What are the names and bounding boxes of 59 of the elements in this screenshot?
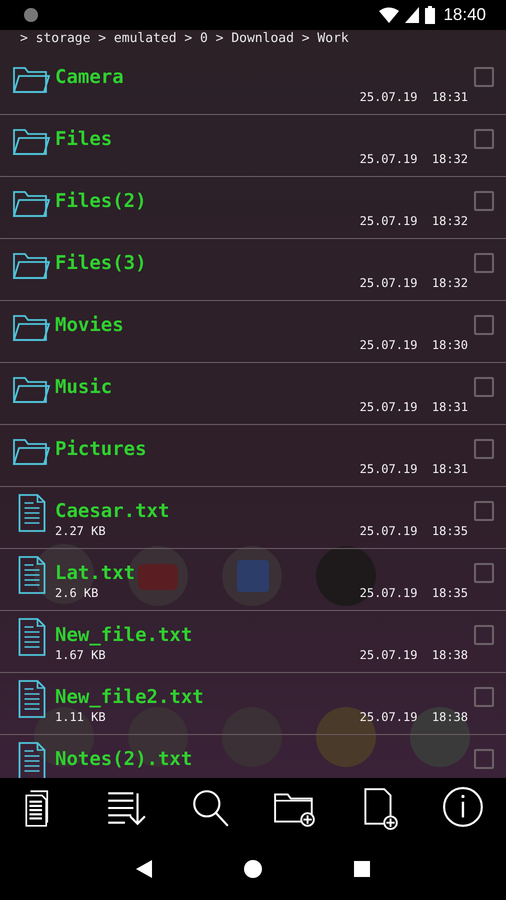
back-button[interactable] xyxy=(136,860,152,878)
checkbox[interactable] xyxy=(474,439,494,459)
checkbox[interactable] xyxy=(474,129,494,149)
home-button[interactable] xyxy=(244,860,262,878)
file-date: 25.07.19 18:31 xyxy=(360,399,468,415)
file-row[interactable]: Music 25.07.19 18:31 xyxy=(0,363,506,425)
file-name: Caesar.txt xyxy=(55,499,170,523)
file-row[interactable]: Files(3) 25.07.19 18:32 xyxy=(0,239,506,301)
checkbox[interactable] xyxy=(474,67,494,87)
signal-icon xyxy=(405,7,420,23)
file-date: 25.07.19 18:32 xyxy=(360,275,468,291)
checkbox[interactable] xyxy=(474,749,494,769)
file-name: Music xyxy=(55,375,112,399)
file-row[interactable]: Files(2) 25.07.19 18:32 xyxy=(0,177,506,239)
file-row[interactable]: Camera 25.07.19 18:31 xyxy=(0,53,506,115)
file-row[interactable]: Caesar.txt 2.27 KB 25.07.19 18:35 xyxy=(0,487,506,549)
file-date: 25.07.19 18:35 xyxy=(360,585,468,601)
checkbox[interactable] xyxy=(474,253,494,273)
checkbox[interactable] xyxy=(474,625,494,645)
breadcrumb-path[interactable]: > storage > emulated > 0 > Download > Work xyxy=(20,31,349,46)
file-size: 2.6 KB xyxy=(55,585,98,601)
file-name: Files xyxy=(55,127,112,151)
file-size: 2.27 KB xyxy=(55,523,106,539)
file-date: 25.07.19 18:31 xyxy=(360,461,468,477)
file-row[interactable]: New_file.txt 1.67 KB 25.07.19 18:38 xyxy=(0,611,506,673)
checkbox[interactable] xyxy=(474,315,494,335)
file-date: 25.07.19 18:38 xyxy=(360,709,468,725)
file-row[interactable]: Pictures 25.07.19 18:31 xyxy=(0,425,506,487)
file-row[interactable]: Files 25.07.19 18:32 xyxy=(0,115,506,177)
file-name: Files(3) xyxy=(55,251,147,275)
file-date: 25.07.19 18:30 xyxy=(360,337,468,353)
checkbox[interactable] xyxy=(474,377,494,397)
notification-icon xyxy=(24,8,38,22)
file-date: 25.07.19 18:32 xyxy=(360,151,468,167)
file-name: New_file2.txt xyxy=(55,685,204,709)
checkbox[interactable] xyxy=(474,501,494,521)
file-row[interactable]: Movies 25.07.19 18:30 xyxy=(0,301,506,363)
file-date: 25.07.19 18:32 xyxy=(360,213,468,229)
checkbox[interactable] xyxy=(474,563,494,583)
file-name: Camera xyxy=(55,65,124,89)
file-name: Files(2) xyxy=(55,189,147,213)
file-row[interactable]: New_file2.txt 1.11 KB 25.07.19 18:38 xyxy=(0,673,506,735)
status-time: 18:40 xyxy=(443,5,486,25)
wifi-icon xyxy=(379,7,400,23)
file-size: 1.11 KB xyxy=(55,709,106,725)
file-name: Lat.txt xyxy=(55,561,136,585)
file-date: 25.07.19 18:35 xyxy=(360,523,468,539)
battery-icon xyxy=(425,6,436,24)
file-date: 25.07.19 18:38 xyxy=(360,647,468,663)
file-name: Notes(2).txt xyxy=(55,747,192,771)
file-name: New_file.txt xyxy=(55,623,192,647)
file-size: 1.67 KB xyxy=(55,647,106,663)
info-button[interactable] xyxy=(442,786,486,830)
file-name: Movies xyxy=(55,313,124,337)
file-date: 25.07.19 18:31 xyxy=(360,89,468,105)
checkbox[interactable] xyxy=(474,687,494,707)
file-name: Pictures xyxy=(55,437,147,461)
checkbox[interactable] xyxy=(474,191,494,211)
file-row[interactable]: Lat.txt 2.6 KB 25.07.19 18:35 xyxy=(0,549,506,611)
